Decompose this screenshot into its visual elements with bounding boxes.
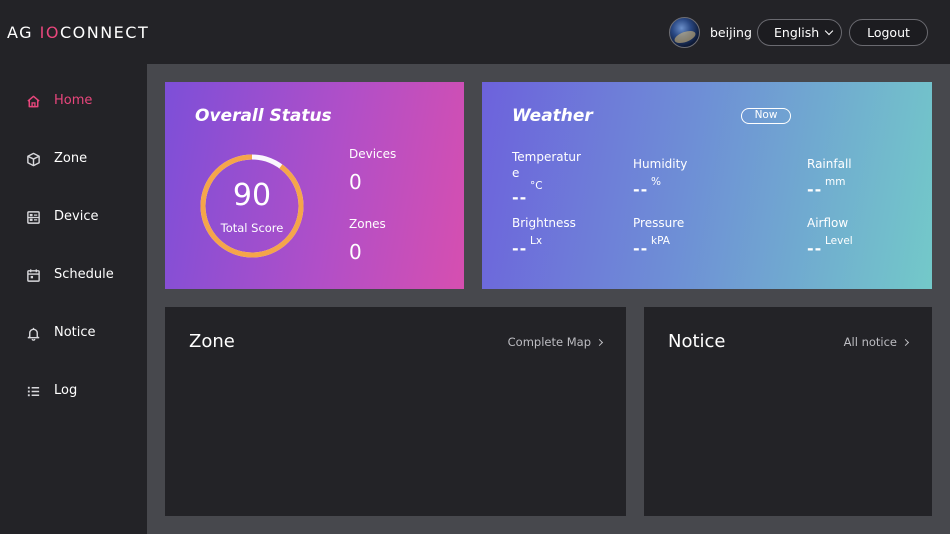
user-avatar[interactable]: [669, 17, 700, 48]
bell-icon: [27, 327, 40, 341]
temperature-unit: °C: [530, 180, 543, 192]
sidebar-item-home[interactable]: Home: [0, 83, 147, 119]
total-score-value: 90: [232, 178, 272, 213]
device-icon: [27, 211, 40, 224]
zones-label: Zones: [349, 217, 386, 231]
notice-panel-title: Notice: [668, 331, 726, 352]
sidebar-item-label: Log: [54, 383, 78, 398]
language-select[interactable]: English: [757, 19, 842, 46]
sidebar-item-schedule[interactable]: Schedule: [0, 257, 147, 293]
sidebar: Home Zone Device Schedule Notice Log: [0, 64, 147, 534]
airflow-value: --: [807, 239, 823, 258]
brightness-label: Brightness: [512, 216, 576, 230]
total-score-label: Total Score: [220, 221, 284, 235]
sidebar-item-device[interactable]: Device: [0, 199, 147, 235]
brightness-unit: Lx: [530, 235, 543, 247]
cube-icon: [27, 152, 40, 167]
user-name[interactable]: beijing: [710, 25, 752, 40]
calendar-icon: [27, 269, 40, 282]
temperature-value: --: [512, 188, 528, 207]
temperature-label: Temperatur e: [512, 150, 581, 180]
complete-map-link[interactable]: Complete Map: [508, 335, 604, 349]
pressure-value: --: [633, 239, 649, 258]
chevron-right-icon: [901, 338, 910, 347]
sidebar-item-label: Zone: [54, 151, 88, 166]
sidebar-item-zone[interactable]: Zone: [0, 141, 147, 177]
pressure-unit: kPA: [651, 235, 670, 247]
all-notice-link[interactable]: All notice: [844, 335, 910, 349]
chevron-right-icon: [595, 338, 604, 347]
weather-title: Weather: [512, 106, 593, 126]
rainfall-value: --: [807, 180, 823, 199]
notice-panel: Notice All notice: [644, 307, 932, 516]
overall-status-title: Overall Status: [195, 106, 332, 126]
zone-panel: Zone Complete Map: [165, 307, 626, 516]
list-icon: [27, 386, 40, 397]
app-logo[interactable]: AG IOCONNECT: [7, 23, 149, 42]
home-icon: [27, 95, 40, 108]
sidebar-item-label: Home: [54, 93, 93, 108]
zone-panel-title: Zone: [189, 331, 235, 352]
rainfall-unit: mm: [825, 176, 846, 188]
airflow-label: Airflow: [807, 216, 849, 230]
sidebar-item-log[interactable]: Log: [0, 373, 147, 409]
humidity-label: Humidity: [633, 157, 688, 171]
sidebar-item-label: Device: [54, 209, 99, 224]
pressure-label: Pressure: [633, 216, 685, 230]
weather-now-badge[interactable]: Now: [741, 108, 791, 124]
overall-status-card: Overall Status 90 Total Score Devices 0 …: [165, 82, 464, 289]
zones-count: 0: [349, 240, 362, 264]
devices-count: 0: [349, 170, 362, 194]
humidity-value: --: [633, 180, 649, 199]
humidity-unit: %: [651, 176, 661, 188]
top-bar: AG IOCONNECT beijing English Logout: [0, 0, 950, 64]
sidebar-item-label: Notice: [54, 325, 96, 340]
language-select-value: English: [774, 25, 820, 40]
airflow-unit: Level: [825, 235, 853, 247]
sidebar-item-label: Schedule: [54, 267, 114, 282]
sidebar-item-notice[interactable]: Notice: [0, 315, 147, 351]
brightness-value: --: [512, 239, 528, 258]
weather-card: Weather Now Temperatur e °C -- Humidity %…: [482, 82, 932, 289]
rainfall-label: Rainfall: [807, 157, 852, 171]
devices-label: Devices: [349, 147, 397, 161]
logout-button[interactable]: Logout: [849, 19, 928, 46]
chevron-down-icon: [824, 26, 834, 36]
